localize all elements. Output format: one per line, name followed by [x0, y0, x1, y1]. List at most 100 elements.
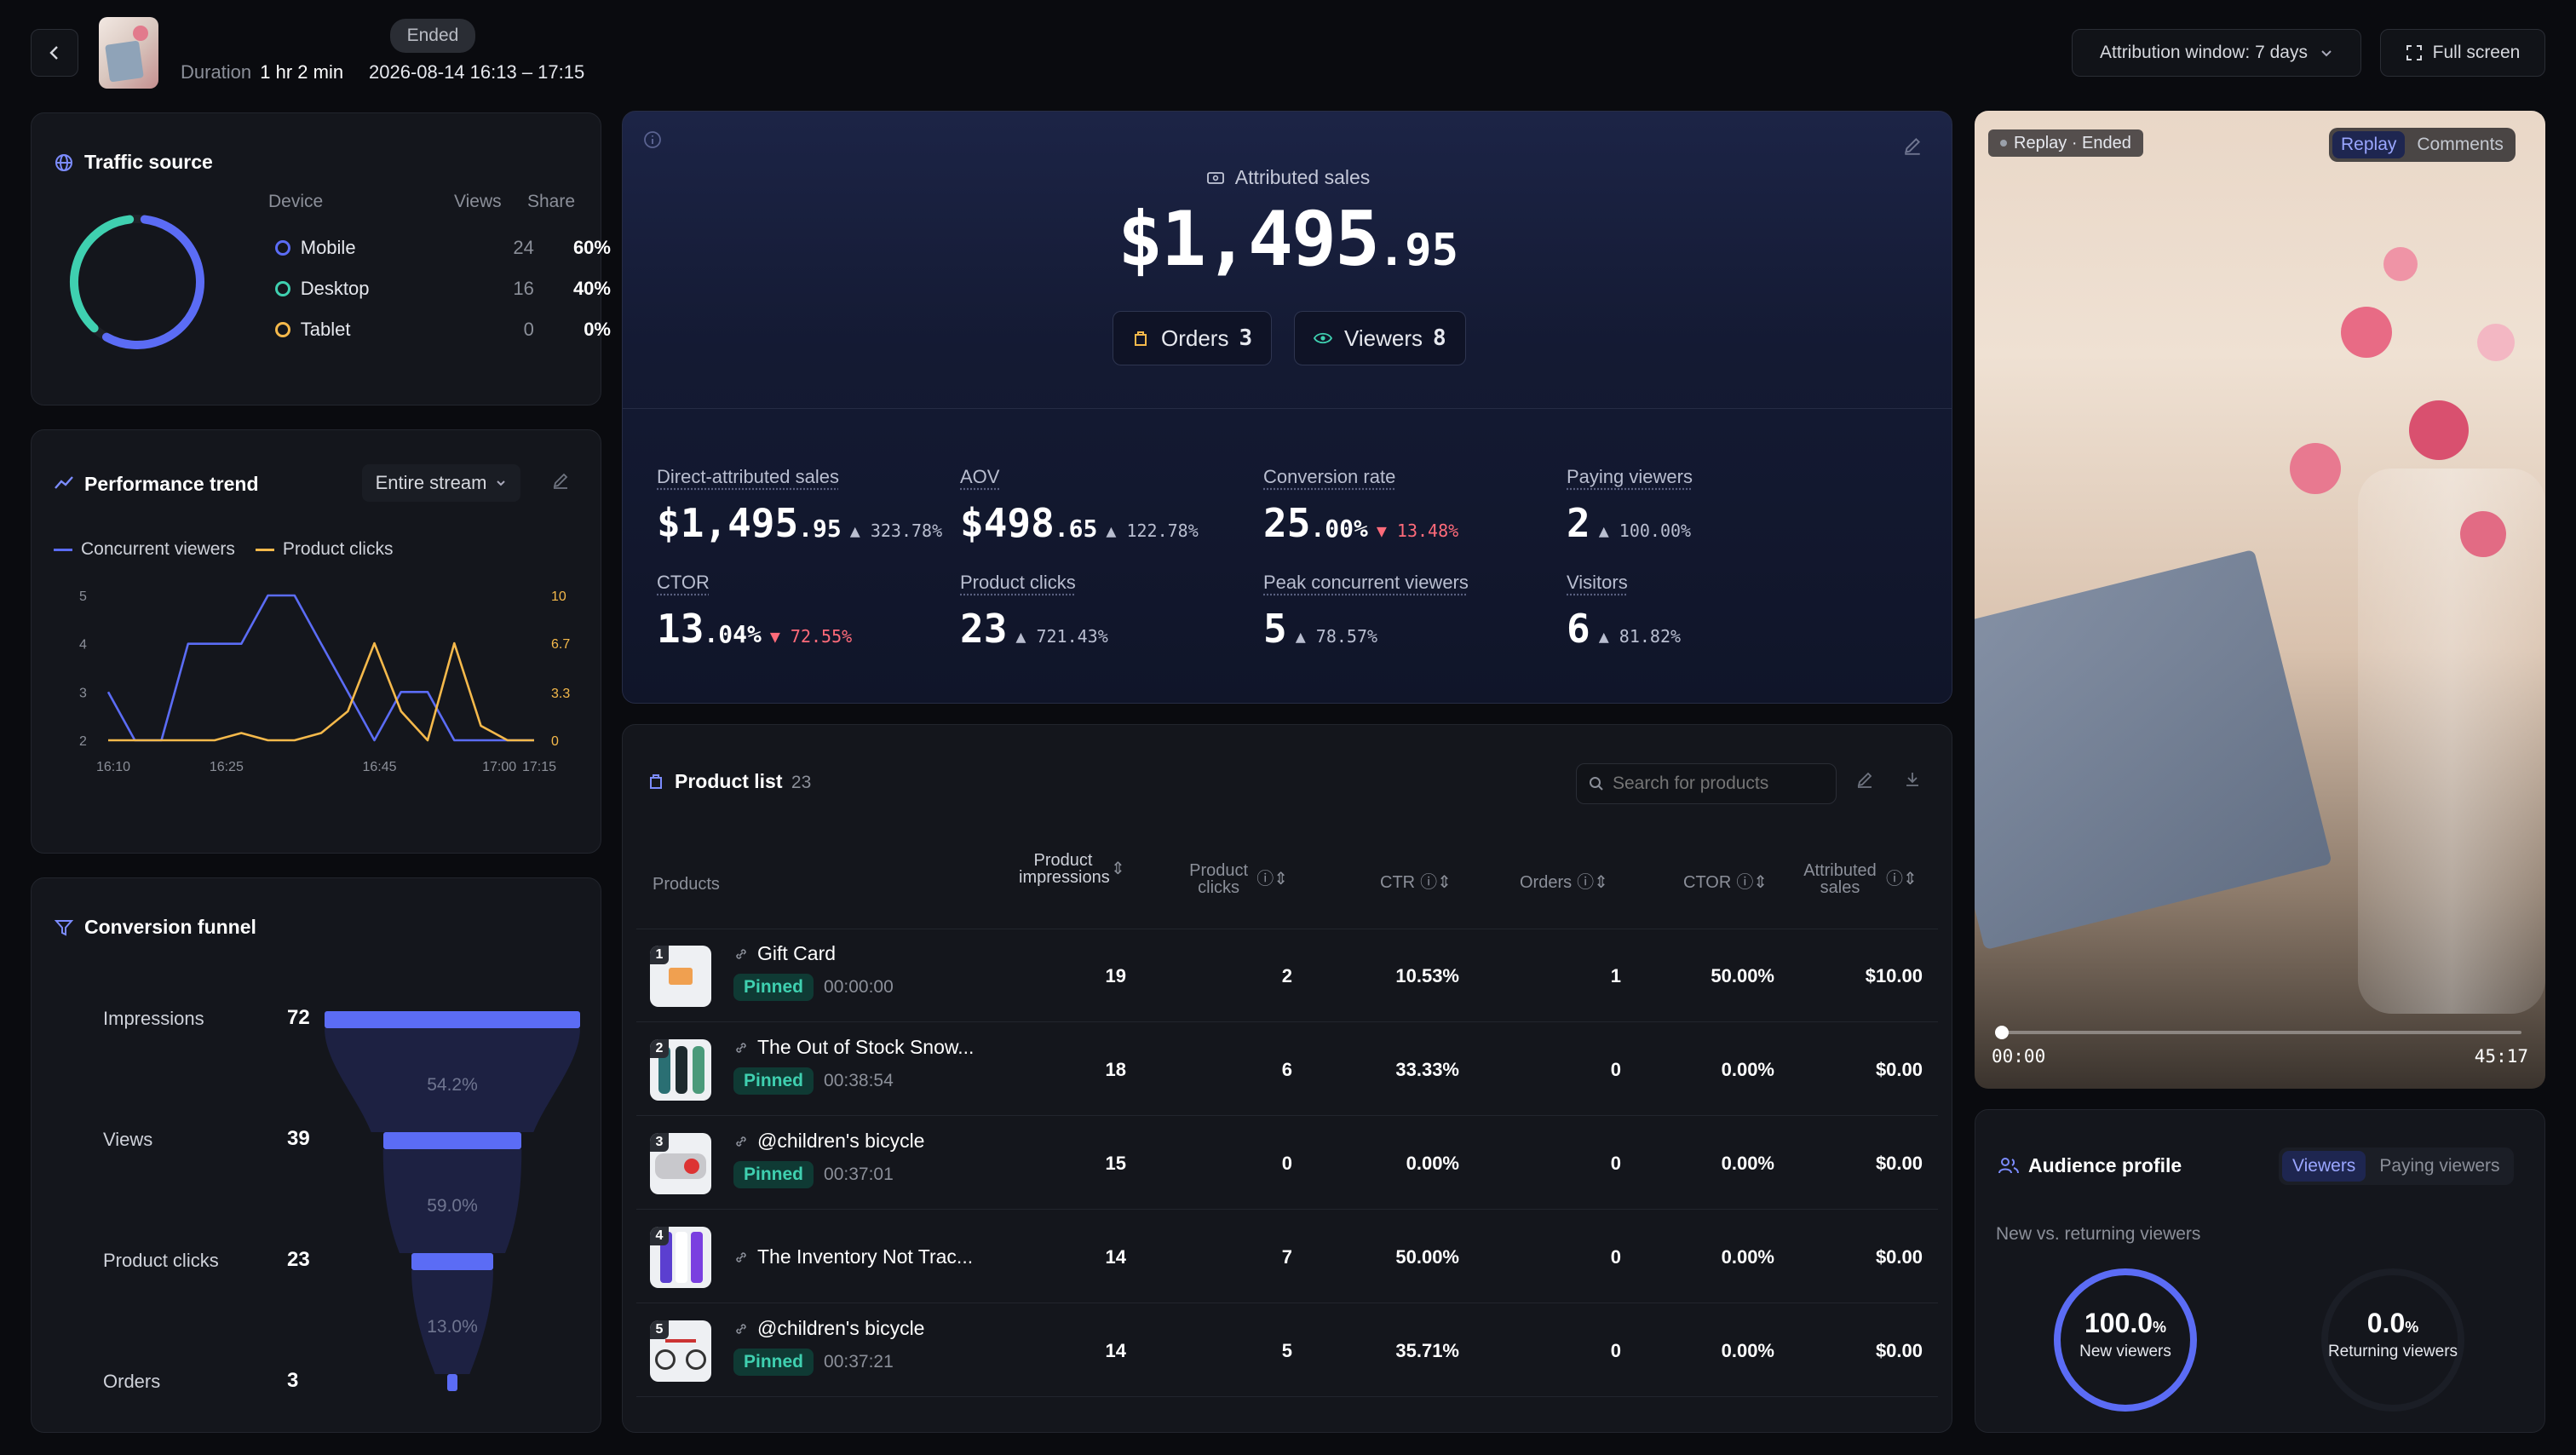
attributed-sales-amount: $1,495 .95 — [1118, 195, 1458, 283]
col-orders[interactable]: Orders ⓘ⇕ — [1520, 874, 1608, 891]
globe-icon — [55, 154, 72, 171]
x-tick: 17:00 — [482, 760, 516, 774]
cell-clicks: 7 — [1281, 1246, 1292, 1268]
funnel-step-value: 39 — [287, 1127, 310, 1150]
device-share: 40% — [572, 278, 611, 299]
cell-ctr: 35.71% — [1395, 1340, 1459, 1361]
product-search[interactable] — [1576, 763, 1837, 804]
metric-label: Conversion rate — [1263, 466, 1396, 487]
video-progress-track[interactable] — [1995, 1026, 2521, 1039]
table-row[interactable]: 3 @children's bicycle Pinned 00:37:01 15 0 0.0… — [636, 1118, 1938, 1210]
funnel-step-label: Product clicks — [103, 1250, 219, 1271]
tab-paying-viewers[interactable]: Paying viewers — [2369, 1151, 2510, 1182]
cell-sales: $0.00 — [1875, 1153, 1923, 1174]
metric-change: ▲ 323.78% — [849, 520, 943, 541]
rank-badge: 1 — [650, 946, 669, 964]
audience-profile-panel: Audience profile Viewers Paying viewers … — [1975, 1109, 2545, 1433]
video-progress-knob[interactable] — [1995, 1026, 2009, 1039]
attributed-sales-label: Attributed sales — [623, 166, 1952, 189]
x-tick: 17:15 — [522, 760, 556, 774]
product-info: Gift Card Pinned 00:00:00 — [733, 942, 894, 1001]
funnel-step-label: Orders — [103, 1371, 161, 1392]
edit-icon[interactable] — [551, 471, 570, 490]
link-icon — [736, 1136, 746, 1147]
cell-sales: $0.00 — [1875, 1340, 1923, 1361]
table-row[interactable]: 2 The Out of Stock Snow... Pinned 00:38:54 1… — [636, 1024, 1938, 1116]
col-ctor[interactable]: CTOR ⓘ⇕ — [1683, 874, 1768, 891]
device-views: 24 — [513, 237, 534, 258]
rank-badge: 5 — [650, 1320, 669, 1339]
video-tabs: Replay Comments — [2329, 128, 2516, 162]
performance-trend-chart: 2 3 4 5 0 3.3 6.7 10 16:10 16:25 16:45 17:00 17:15 — [79, 589, 570, 774]
rank-badge: 3 — [650, 1133, 669, 1152]
col-product-impressions[interactable]: Product impressions ⇕ — [1019, 852, 1125, 886]
y-left-tick: 2 — [79, 734, 87, 749]
edit-icon[interactable] — [1902, 135, 1923, 156]
back-button[interactable] — [31, 29, 78, 77]
device-views: 0 — [523, 319, 534, 340]
traffic-row-desktop: Desktop 16 40% — [275, 272, 611, 306]
table-row[interactable]: 1 Gift Card Pinned 00:00:00 19 2 10.53% 1 50.00%… — [636, 930, 1938, 1022]
metric-value: 23 ▲ 721.43% — [960, 606, 1108, 652]
metric-label: Visitors — [1567, 572, 1628, 593]
expand-icon — [2406, 45, 2422, 60]
product-name[interactable]: The Out of Stock Snow... — [733, 1036, 974, 1059]
product-name[interactable]: Gift Card — [733, 942, 894, 965]
video-status-badge: Replay · Ended — [1988, 129, 2143, 157]
orders-chip[interactable]: Orders 3 — [1113, 311, 1273, 365]
info-icon[interactable] — [643, 130, 662, 149]
cell-impressions: 15 — [1105, 1153, 1126, 1174]
tab-comments[interactable]: Comments — [2408, 131, 2512, 158]
col-attributed-sales[interactable]: Attributed sales ⓘ⇕ — [1799, 862, 1918, 896]
edit-icon[interactable] — [1855, 770, 1874, 789]
audience-tabs: Viewers Paying viewers — [2279, 1147, 2514, 1185]
traffic-row-tablet: Tablet 0 0% — [275, 313, 611, 347]
fullscreen-button[interactable]: Full screen — [2380, 29, 2545, 77]
cell-ctr: 10.53% — [1395, 965, 1459, 986]
col-device: Device — [268, 192, 324, 211]
col-products: Products — [653, 875, 720, 894]
table-row[interactable]: 4 The Inventory Not Trac... 14 7 50.00% 0 0.00… — [636, 1211, 1938, 1303]
col-product-clicks[interactable]: Product clicks ⓘ⇕ — [1186, 862, 1288, 896]
rank-badge: 4 — [650, 1227, 669, 1245]
cell-sales: $0.00 — [1875, 1246, 1923, 1268]
funnel-step-value: 3 — [287, 1369, 299, 1392]
cell-orders: 0 — [1610, 1059, 1621, 1080]
metric-label: Product clicks — [960, 572, 1076, 593]
download-icon[interactable] — [1903, 770, 1922, 789]
product-name[interactable]: @children's bicycle — [733, 1317, 924, 1340]
range-select[interactable]: Entire stream — [362, 464, 520, 502]
legend-dot — [275, 281, 290, 296]
audience-subtitle: New vs. returning viewers — [1996, 1224, 2201, 1244]
conversion-funnel-panel: Conversion funnel Impressions 72 Views 39 Pr… — [31, 877, 601, 1433]
cell-orders: 1 — [1610, 965, 1621, 986]
metric-label: Peak concurrent viewers — [1263, 572, 1469, 593]
search-input[interactable] — [1613, 774, 1817, 794]
device-label: Tablet — [300, 319, 351, 340]
tab-viewers[interactable]: Viewers — [2282, 1151, 2366, 1182]
legend-dot — [275, 322, 290, 337]
metric-value: 5 ▲ 78.57% — [1263, 606, 1378, 652]
new-viewers-stat: 100.0% New viewers — [2079, 1308, 2171, 1360]
table-row[interactable]: 5 @children's bicycle Pinned 00:37:21 14 5 35.… — [636, 1305, 1938, 1397]
product-thumbnail: 1 — [650, 946, 711, 1007]
cell-impressions: 19 — [1105, 965, 1126, 986]
col-ctr[interactable]: CTR ⓘ⇕ — [1380, 874, 1452, 891]
tab-replay[interactable]: Replay — [2332, 131, 2406, 158]
video-player[interactable]: Replay · Ended Replay Comments 00:00 45:… — [1975, 111, 2545, 1089]
product-name[interactable]: The Inventory Not Trac... — [733, 1245, 973, 1268]
chevron-down-icon — [2321, 50, 2332, 57]
pinned-badge: Pinned — [733, 974, 814, 1001]
cell-orders: 0 — [1610, 1246, 1621, 1268]
cell-clicks: 0 — [1281, 1153, 1292, 1174]
product-name[interactable]: @children's bicycle — [733, 1130, 924, 1153]
donut-slice-mobile — [101, 215, 204, 349]
funnel-rate: 13.0% — [427, 1317, 478, 1337]
product-info: The Inventory Not Trac... — [733, 1245, 973, 1268]
cell-clicks: 6 — [1281, 1059, 1292, 1080]
col-share: Share — [527, 192, 576, 211]
duration: Duration 1 hr 2 min — [181, 61, 344, 83]
attribution-window-select[interactable]: Attribution window: 7 days — [2072, 29, 2361, 77]
viewers-chip[interactable]: Viewers 8 — [1294, 311, 1466, 365]
metric-label: Paying viewers — [1567, 466, 1693, 487]
